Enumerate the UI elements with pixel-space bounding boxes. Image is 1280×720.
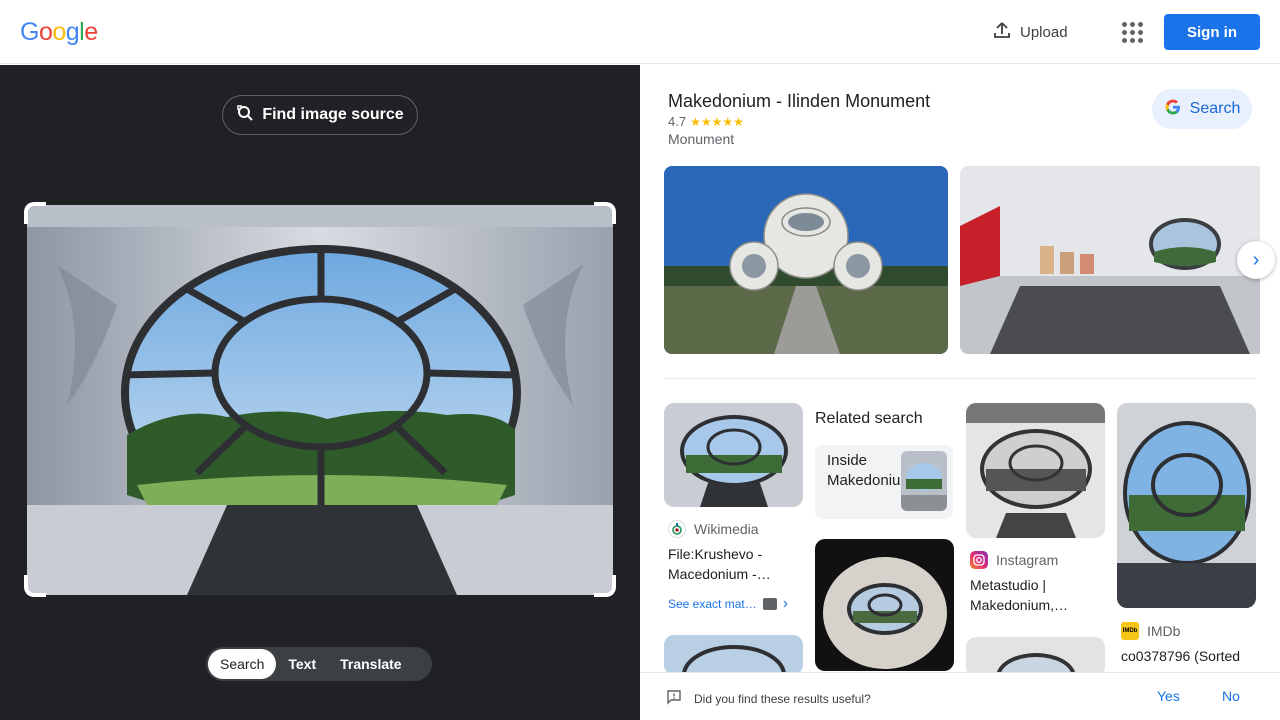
wikimedia-icon <box>668 520 686 538</box>
google-logo[interactable]: Google <box>20 18 98 47</box>
image-search-icon <box>236 104 254 127</box>
see-exact-label: See exact mat… <box>668 597 757 611</box>
logo-letter: o <box>38 18 53 46</box>
mode-translate-tab[interactable]: Translate <box>328 649 413 679</box>
related-search-text: Inside Makedonium <box>827 452 913 489</box>
feedback-question: Did you find these results useful? <box>666 689 871 708</box>
star-rating-icon: ★★★★★ <box>690 114 744 129</box>
rating-value: 4.7 <box>668 114 687 129</box>
feedback-icon <box>666 689 682 708</box>
source-wikimedia[interactable]: Wikimedia <box>668 520 759 538</box>
related-search-heading: Related search <box>815 410 923 427</box>
feedback-question-text: Did you find these results useful? <box>694 691 871 706</box>
mode-text-tab[interactable]: Text <box>276 649 328 679</box>
related-search-chip[interactable]: Inside Makedonium <box>815 445 953 519</box>
entity-search-label: Search <box>1189 100 1241 117</box>
top-bar: Google Upload Sign in <box>0 0 1280 64</box>
source-instagram[interactable]: Instagram <box>970 551 1058 569</box>
query-image-panel: Find image source Search Text Translate <box>0 65 640 720</box>
result-image-instagram[interactable] <box>966 403 1105 538</box>
query-image[interactable] <box>27 205 613 595</box>
results-panel: Makedonium - Ilinden Monument 4.7 ★★★★★ … <box>640 65 1280 720</box>
find-image-source-button[interactable]: Find image source <box>222 95 418 135</box>
source-name: Wikimedia <box>694 521 759 537</box>
result-title-instagram[interactable]: Metastudio | Makedonium,… <box>970 575 1102 615</box>
feedback-no-button[interactable]: No <box>1222 688 1240 704</box>
feedback-bar: Did you find these results useful? Yes N… <box>640 672 1280 720</box>
instagram-icon <box>970 551 988 569</box>
result-image-wikimedia[interactable] <box>664 403 803 507</box>
sign-in-button[interactable]: Sign in <box>1164 14 1260 50</box>
crop-handle-top-left[interactable] <box>24 202 46 224</box>
chevron-right-icon: › <box>782 595 789 612</box>
divider <box>664 378 1256 379</box>
logo-letter: e <box>84 18 98 46</box>
entity-search-button[interactable]: Search <box>1152 89 1252 129</box>
result-image-imdb[interactable] <box>1117 403 1256 608</box>
result-title-wikimedia[interactable]: File:Krushevo - Macedonium -… <box>668 544 800 584</box>
entity-image-interior[interactable] <box>960 166 1260 354</box>
result-title-imdb[interactable]: co0378796 (Sorted <box>1121 646 1253 666</box>
related-search-thumbnail <box>901 451 947 511</box>
result-image-dark-interior[interactable] <box>815 539 954 671</box>
entity-type: Monument <box>668 131 735 147</box>
logo-letter: g <box>65 18 80 46</box>
apps-grid-icon[interactable] <box>1120 20 1144 44</box>
logo-letter: o <box>52 18 66 46</box>
result-image-more[interactable] <box>664 635 803 675</box>
logo-letter: G <box>20 18 39 46</box>
entity-title[interactable]: Makedonium - Ilinden Monument <box>668 91 930 112</box>
entity-rating: 4.7 ★★★★★ <box>668 114 744 129</box>
entity-image-monument[interactable] <box>664 166 948 354</box>
find-image-source-label: Find image source <box>262 106 404 123</box>
result-image-more-2[interactable] <box>966 637 1105 677</box>
source-name: IMDb <box>1147 623 1181 639</box>
feedback-yes-button[interactable]: Yes <box>1157 688 1180 704</box>
crop-handle-bottom-left[interactable] <box>24 575 46 597</box>
source-imdb[interactable]: IMDb IMDb <box>1121 622 1180 640</box>
google-g-icon <box>1164 98 1182 121</box>
crop-handle-top-right[interactable] <box>594 202 616 224</box>
imdb-icon: IMDb <box>1121 622 1139 640</box>
source-name: Instagram <box>996 552 1059 568</box>
upload-icon <box>992 20 1012 44</box>
lens-mode-switcher: Search Text Translate <box>206 647 432 681</box>
crop-handle-bottom-right[interactable] <box>594 575 616 597</box>
see-exact-matches-link[interactable]: See exact mat… › <box>668 595 788 613</box>
chevron-right-icon[interactable]: › <box>1237 241 1275 279</box>
upload-button[interactable]: Upload <box>992 20 1068 44</box>
upload-label: Upload <box>1020 23 1068 41</box>
mode-search-tab[interactable]: Search <box>208 649 277 679</box>
image-stack-icon <box>762 598 777 610</box>
